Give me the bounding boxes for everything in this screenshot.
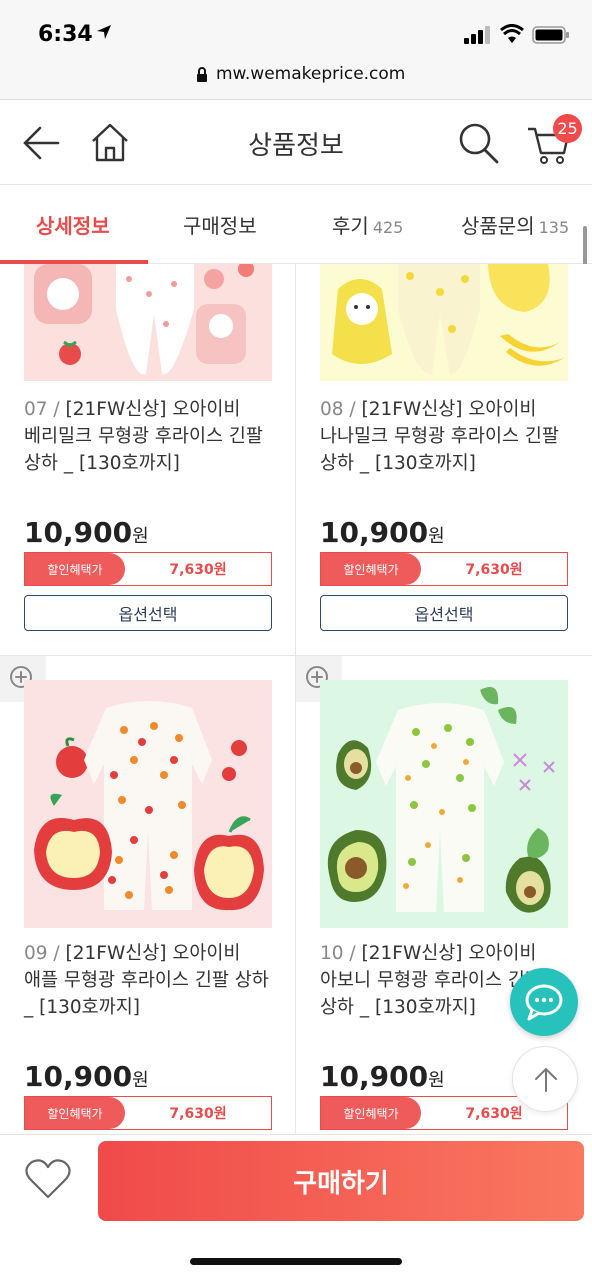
app-header: 상품정보 25 <box>0 101 592 185</box>
option-select-button[interactable]: 옵션선택 <box>320 595 568 631</box>
browser-url-bar[interactable]: mw.wemakeprice.com <box>0 60 592 100</box>
tab-purchase-info[interactable]: 구매정보 <box>183 210 257 239</box>
signal-icon <box>464 26 490 44</box>
cart-count-badge: 25 <box>553 114 582 143</box>
discount-price-box: 할인혜택가 7,630원 <box>24 552 272 586</box>
product-price: 10,900원 <box>24 516 149 549</box>
review-count: 425 <box>372 218 404 237</box>
product-card[interactable]: 09 / [21FW신상] 오아이비 애플 무형광 후라이스 긴팔 상하 _ [… <box>0 656 296 1130</box>
detail-tabs: 상세정보 구매정보 후기 425 상품문의 135 <box>0 186 592 264</box>
url-text: mw.wemakeprice.com <box>216 64 406 84</box>
product-price: 10,900원 <box>24 1060 149 1093</box>
buy-button[interactable]: 구매하기 <box>98 1141 584 1221</box>
home-indicator <box>190 1258 402 1265</box>
search-icon[interactable] <box>458 121 500 165</box>
product-name[interactable]: 07 / [21FW신상] 오아이비 베리밀크 무형광 후라이스 긴팔 상하 _… <box>24 396 278 477</box>
battery-icon <box>532 26 569 44</box>
heart-icon[interactable] <box>24 1157 72 1201</box>
product-image-berry-milk[interactable] <box>24 264 272 381</box>
tab-detail[interactable]: 상세정보 <box>36 210 110 239</box>
location-arrow-icon <box>97 25 111 39</box>
page-title: 상품정보 <box>248 131 344 161</box>
product-image-apple[interactable] <box>24 680 272 928</box>
product-image-avocado[interactable] <box>320 680 568 928</box>
scroll-to-top-button[interactable] <box>512 1046 578 1112</box>
tab-qna[interactable]: 상품문의 135 <box>461 210 569 239</box>
arrow-up-icon <box>535 1067 557 1092</box>
lock-icon <box>197 67 207 82</box>
tab-reviews[interactable]: 후기 425 <box>332 210 403 239</box>
product-name[interactable]: 08 / [21FW신상] 오아이비 나나밀크 무형광 후라이스 긴팔 상하 _… <box>320 396 574 477</box>
product-image-banana-milk[interactable] <box>320 264 568 381</box>
wifi-icon <box>500 24 524 43</box>
status-bar: 6:34 <box>0 0 592 60</box>
product-name[interactable]: 09 / [21FW신상] 오아이비 애플 무형광 후라이스 긴팔 상하 _ [… <box>24 940 278 1021</box>
qna-count: 135 <box>538 218 570 237</box>
chat-button[interactable] <box>510 968 578 1036</box>
product-grid: 07 / [21FW신상] 오아이비 베리밀크 무형광 후라이스 긴팔 상하 _… <box>0 264 592 1134</box>
discount-price-box: 할인혜택가 7,630원 <box>24 1096 272 1130</box>
product-price: 10,900원 <box>320 1060 445 1093</box>
option-select-button[interactable]: 옵션선택 <box>24 595 272 631</box>
product-price: 10,900원 <box>320 516 445 549</box>
clock: 6:34 <box>38 22 93 47</box>
discount-price-box: 할인혜택가 7,630원 <box>320 552 568 586</box>
chat-bubble-icon <box>525 984 563 1021</box>
